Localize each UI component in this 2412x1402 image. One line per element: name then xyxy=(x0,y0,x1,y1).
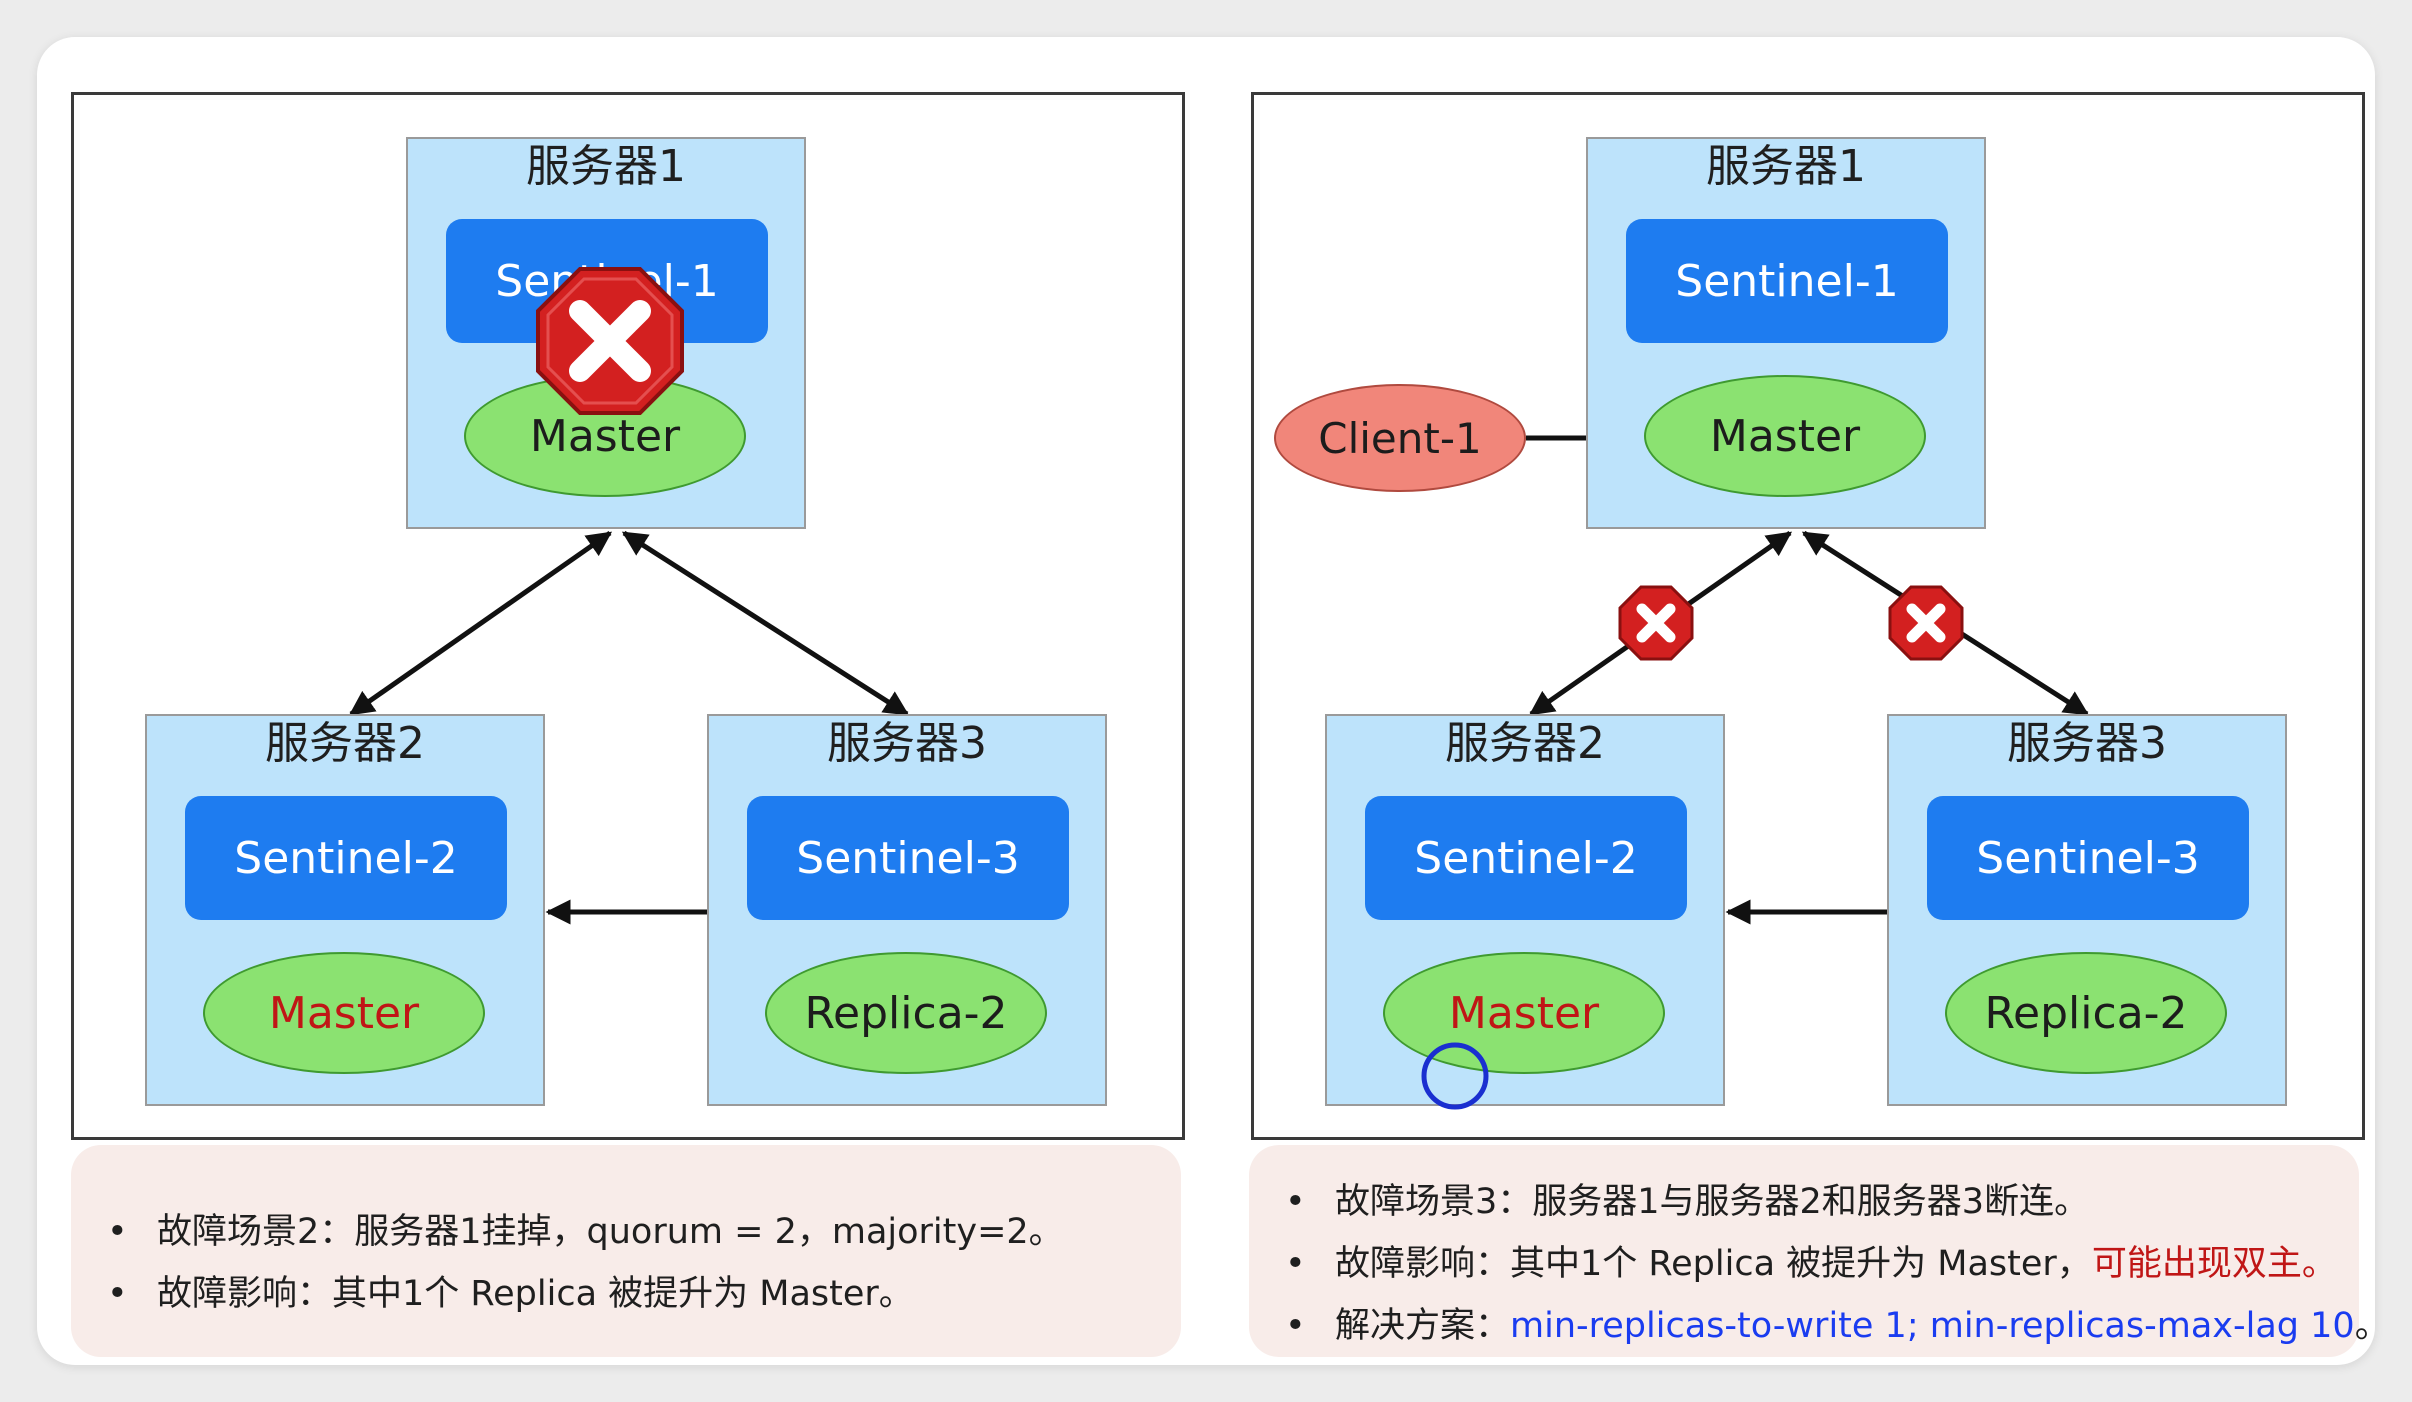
note-text: 故障影响：其中1个 Replica 被提升为 Master。 xyxy=(157,1274,914,1314)
note-item: • 故障影响：其中1个 Replica 被提升为 Master，可能出现双主。 xyxy=(1285,1235,2337,1286)
server3-box: 服务器3 Sentinel-3 Replica-2 xyxy=(1887,714,2287,1106)
server1-title: 服务器1 xyxy=(1706,141,1866,192)
note-text: 故障场景3：服务器1与服务器2和服务器3断连。 xyxy=(1335,1182,2090,1222)
server2-title: 服务器2 xyxy=(265,718,425,769)
right-notes-box: • 故障场景3：服务器1与服务器2和服务器3断连。 • 故障影响：其中1个 Repl… xyxy=(1249,1145,2375,1357)
replica-2-node: Replica-2 xyxy=(765,952,1047,1074)
server2-box: 服务器2 Sentinel-2 Master xyxy=(1325,714,1725,1110)
blue-circle-marker xyxy=(1421,1042,1489,1110)
right-diagram-panel: Client-1 服务器1 Sentinel-1 Master 服务器2 Sen… xyxy=(1251,92,2365,1140)
left-notes-box: • 故障场景2：服务器1挂掉，quorum = 2，majority=2。 • 故障… xyxy=(71,1145,1181,1357)
red-octagon-x-icon xyxy=(1618,585,1694,661)
sentinel-2: Sentinel-2 xyxy=(185,796,507,920)
note-item: • 故障场景3：服务器1与服务器2和服务器3断连。 xyxy=(1285,1173,2089,1224)
left-diagram-panel: 服务器1 Sentinel-1 Master 服务器2 Sentinel-2 M… xyxy=(71,92,1185,1140)
sentinel-2: Sentinel-2 xyxy=(1365,796,1687,920)
note-highlight-blue: min-replicas-to-write 1; min-replicas-ma… xyxy=(1510,1306,2355,1346)
note-text: 故障场景2：服务器1挂掉，quorum = 2，majority=2。 xyxy=(157,1212,1064,1252)
bullet-icon: • xyxy=(1285,1244,1306,1284)
server3-title: 服务器3 xyxy=(827,718,987,769)
client-1-node: Client-1 xyxy=(1274,384,1526,492)
sentinel-1: Sentinel-1 xyxy=(1626,219,1948,343)
server2-box: 服务器2 Sentinel-2 Master xyxy=(145,714,545,1106)
bullet-icon: • xyxy=(107,1212,128,1252)
note-highlight-red: 可能出现双主。 xyxy=(2091,1244,2337,1284)
slide: 服务器1 Sentinel-1 Master 服务器2 Sentinel-2 M… xyxy=(37,37,2375,1365)
server1-box: 服务器1 Sentinel-1 Master xyxy=(406,137,806,529)
bullet-icon: • xyxy=(1285,1182,1306,1222)
note-text: 。 xyxy=(2355,1306,2375,1346)
note-item: • 故障场景2：服务器1挂掉，quorum = 2，majority=2。 xyxy=(107,1203,1064,1254)
link-server1-server3 xyxy=(621,530,910,717)
promoted-master-node: Master xyxy=(203,952,485,1074)
server1-title: 服务器1 xyxy=(526,141,686,192)
server1-box: 服务器1 Sentinel-1 Master xyxy=(1586,137,1986,529)
note-text: 解决方案： xyxy=(1335,1306,1511,1346)
replica-2-node: Replica-2 xyxy=(1945,952,2227,1074)
sentinel-3: Sentinel-3 xyxy=(1927,796,2249,920)
server2-title: 服务器2 xyxy=(1445,718,1605,769)
bullet-icon: • xyxy=(1285,1306,1306,1346)
note-item: • 解决方案：min-replicas-to-write 1; min-repli… xyxy=(1285,1297,2375,1348)
bullet-icon: • xyxy=(107,1274,128,1314)
link-server1-server2 xyxy=(348,530,613,717)
master-node: Master xyxy=(1644,375,1926,497)
server3-title: 服务器3 xyxy=(2007,718,2167,769)
red-octagon-x-icon xyxy=(536,267,684,415)
note-text: 故障影响：其中1个 Replica 被提升为 Master， xyxy=(1335,1244,2092,1284)
server3-box: 服务器3 Sentinel-3 Replica-2 xyxy=(707,714,1107,1106)
red-octagon-x-icon xyxy=(1888,585,1964,661)
note-item: • 故障影响：其中1个 Replica 被提升为 Master。 xyxy=(107,1265,914,1316)
sentinel-3: Sentinel-3 xyxy=(747,796,1069,920)
